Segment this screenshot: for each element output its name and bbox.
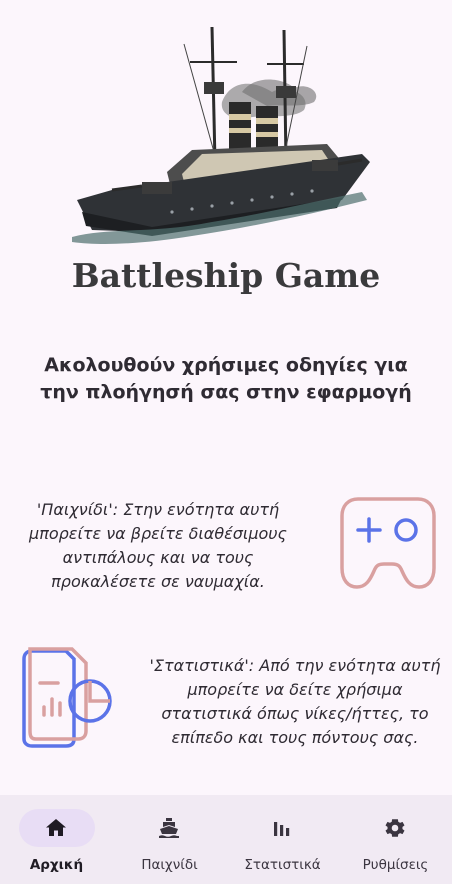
nav-label: Παιχνίδι [141, 857, 198, 873]
statistics-section-description: 'Στατιστικά': Από την ενότητα αυτή μπορε… [149, 656, 441, 747]
ship-icon [159, 818, 179, 838]
battleship-image [72, 22, 372, 247]
nav-label: Αρχική [29, 857, 84, 873]
page-subtitle: Ακολουθούν χρήσιμες οδηγίες για την πλοή… [40, 354, 412, 403]
bottom-navigation: Αρχική Παιχνίδι Στατιστικά Ρυθμίσεις [0, 795, 452, 884]
nav-item-settings[interactable]: Ρυθμίσεις [339, 795, 452, 884]
bar-chart-icon [274, 822, 290, 836]
gear-icon [385, 819, 405, 837]
nav-item-statistics[interactable]: Στατιστικά [226, 795, 339, 884]
statistics-document-icon [14, 645, 114, 749]
home-icon [46, 819, 66, 836]
game-section-description: 'Παιχνίδι': Στην ενότητα αυτή μπορείτε ν… [29, 500, 287, 591]
nav-item-home[interactable]: Αρχική [0, 795, 113, 884]
nav-item-game[interactable]: Παιχνίδι [113, 795, 226, 884]
nav-label: Ρυθμίσεις [362, 857, 429, 873]
nav-label: Στατιστικά [244, 857, 321, 873]
app-title: Battleship Game [71, 256, 381, 295]
gamepad-icon [340, 496, 436, 590]
